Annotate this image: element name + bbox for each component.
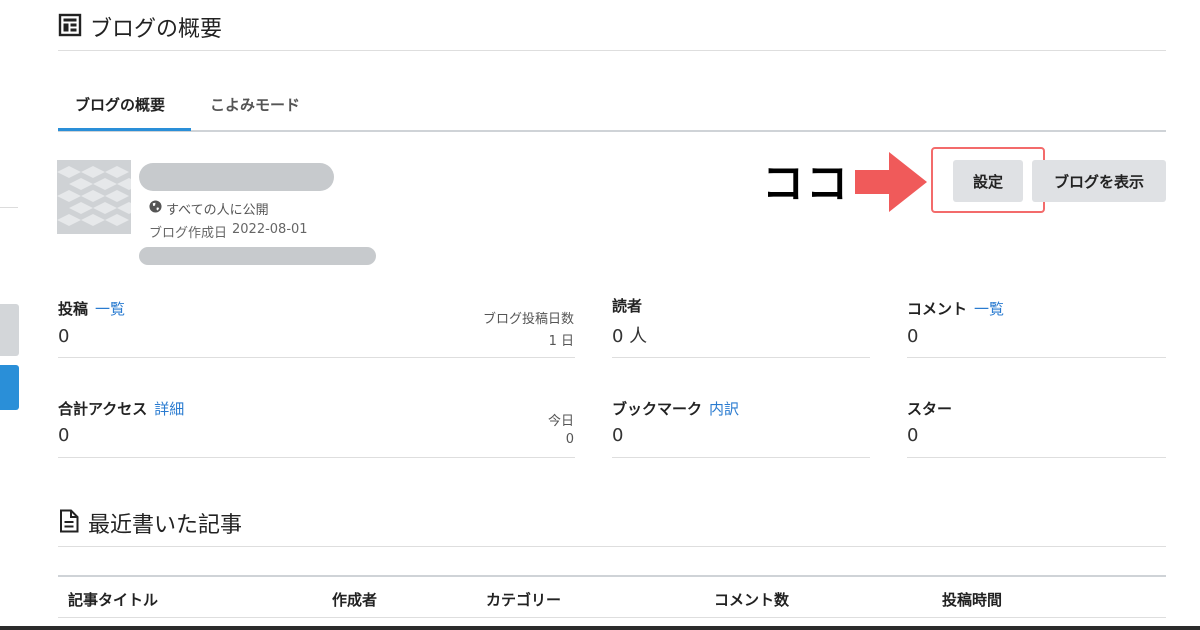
dashboard-icon	[58, 13, 82, 41]
stat-access-label: 合計アクセス 詳細	[58, 398, 184, 419]
stat-posts-label: 投稿 一覧	[58, 298, 125, 319]
stat-divider	[907, 357, 1166, 358]
left-panel-button-blue[interactable]	[0, 365, 19, 410]
page-title-text: ブログの概要	[90, 17, 223, 42]
stat-stars-title: スター	[907, 400, 953, 418]
stat-today-label: 今日	[547, 414, 574, 429]
created-date: 2022-08-01	[232, 222, 308, 237]
blog-created: ブログ作成日 2022-08-01	[149, 222, 308, 241]
stat-divider	[58, 357, 575, 358]
table-header-top-border	[58, 575, 1166, 577]
stat-comments-value: 0	[907, 326, 919, 347]
created-label: ブログ作成日	[149, 226, 228, 241]
page-title: ブログの概要	[58, 12, 222, 42]
stat-today-value: 0	[565, 432, 574, 447]
stat-divider	[612, 357, 870, 358]
stat-posts-value: 0	[58, 326, 70, 347]
left-panel-button-grey[interactable]	[0, 304, 19, 356]
globe-icon	[149, 200, 162, 217]
active-tab-indicator	[58, 128, 191, 131]
recent-posts-header: 最近書いた記事	[58, 508, 242, 538]
left-panel-divider	[0, 207, 18, 208]
recent-posts-title: 最近書いた記事	[88, 513, 243, 538]
visibility-text: すべての人に公開	[166, 203, 269, 218]
arrow-right-icon	[855, 152, 927, 216]
tab-calendar-mode[interactable]: こよみモード	[210, 94, 300, 115]
col-comment-count[interactable]: コメント数	[714, 589, 789, 610]
stat-post-days-value: 1 日	[548, 334, 574, 349]
tab-blog-overview[interactable]: ブログの概要	[75, 94, 165, 115]
document-icon	[58, 509, 80, 537]
blog-thumbnail	[57, 160, 131, 234]
tab-bar-underline	[58, 130, 1166, 132]
title-divider	[58, 50, 1166, 51]
view-blog-button[interactable]: ブログを表示	[1032, 160, 1166, 202]
stat-readers-title: 読者	[612, 297, 643, 315]
posts-list-link[interactable]: 一覧	[95, 298, 125, 319]
stat-readers-value: 0 人	[612, 326, 648, 347]
recent-divider	[58, 546, 1166, 547]
col-author[interactable]: 作成者	[332, 589, 377, 610]
redacted-blog-name	[139, 163, 334, 191]
stat-bookmarks-value: 0	[612, 425, 624, 446]
stat-comments-title: コメント	[907, 300, 968, 318]
settings-button[interactable]: 設定	[953, 160, 1023, 202]
stat-bookmarks-title: ブックマーク	[612, 400, 703, 418]
stat-bookmarks-label: ブックマーク 内訳	[612, 398, 739, 419]
stat-divider	[907, 457, 1166, 458]
visibility-status: すべての人に公開	[149, 199, 269, 218]
table-header-bottom-border	[58, 617, 1166, 618]
redacted-blog-url	[139, 247, 376, 265]
bookmarks-breakdown-link[interactable]: 内訳	[709, 398, 739, 419]
stat-divider	[58, 457, 575, 458]
comments-list-link[interactable]: 一覧	[974, 298, 1004, 319]
stat-access-value: 0	[58, 425, 70, 446]
stat-comments-label: コメント 一覧	[907, 298, 1004, 319]
stat-readers-label: 読者	[612, 295, 642, 316]
stat-stars-value: 0	[907, 425, 919, 446]
stat-access-title: 合計アクセス	[58, 400, 148, 418]
col-post-time[interactable]: 投稿時間	[942, 589, 1002, 610]
annotation-text: ココ	[762, 159, 851, 208]
stat-divider	[612, 457, 870, 458]
col-article-title[interactable]: 記事タイトル	[68, 589, 158, 610]
stat-post-days-label: ブログ投稿日数	[482, 312, 574, 327]
stat-posts-title: 投稿	[58, 300, 89, 318]
window-bottom-edge	[0, 626, 1200, 630]
stat-stars-label: スター	[907, 398, 952, 419]
access-detail-link[interactable]: 詳細	[154, 398, 184, 419]
col-category[interactable]: カテゴリー	[486, 589, 561, 610]
